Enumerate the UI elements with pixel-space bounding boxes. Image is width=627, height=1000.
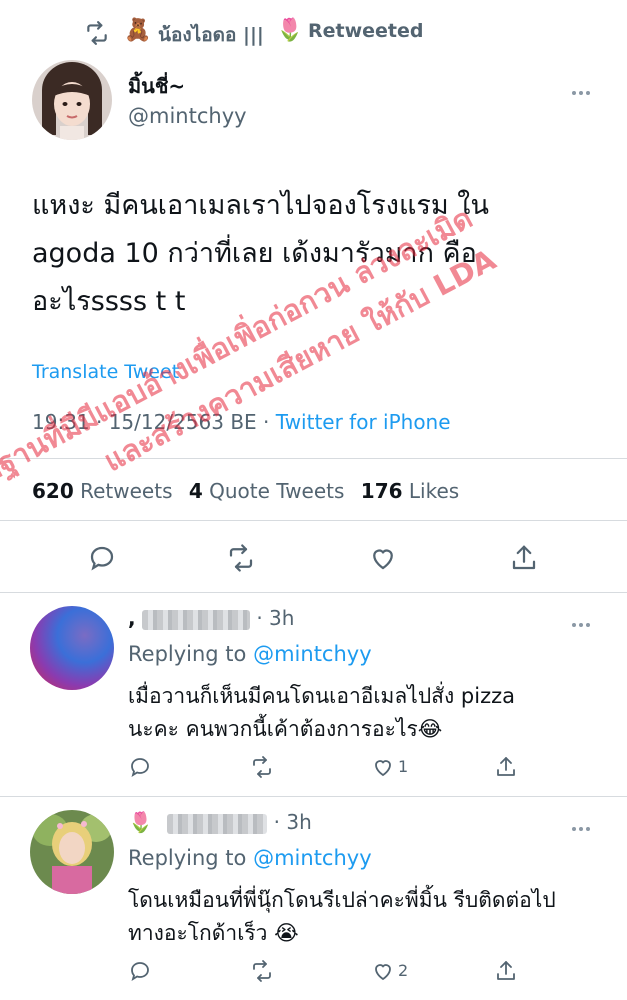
reply-text: โดนเหมือนที่พี่นุ๊กโดนรีเปล่าคะพี่มิ้น ร… [128,884,556,950]
author-display-name[interactable]: มิ้นชี่~ [128,70,185,102]
tweet-text: แหงะ มีคนเอาเมลเราไปจองโรงแรม ใน agoda 1… [32,182,489,326]
retweet-action-icon[interactable] [226,543,256,577]
replying-to-handle[interactable]: @mintchyy [253,846,372,870]
like-icon[interactable] [371,755,395,783]
reply-time[interactable]: · 3h [256,606,294,630]
retweeted-label: Retweeted [308,20,424,42]
more-options-icon[interactable] [572,82,600,95]
quotes-count[interactable]: 4 [189,479,203,503]
redacted-name [141,609,250,630]
divider [0,592,627,593]
reply-name-prefix[interactable]: 🌷 [128,810,153,834]
reply-time[interactable]: · 3h [274,810,312,834]
quotes-label[interactable]: Quote Tweets [209,479,344,503]
divider [0,796,627,797]
share-icon[interactable] [509,543,539,577]
reply-icon[interactable] [128,959,152,987]
reply-text-line: เมื่อวานก็เห็นมีคนโดนเอาอีเมลไปสั่ง pizz… [128,684,515,708]
reply-header: , · 3h [128,606,294,630]
replying-to-label: Replying to [128,642,247,666]
reply-avatar[interactable] [30,606,114,690]
more-options-icon[interactable] [572,614,600,627]
author-avatar[interactable] [32,60,112,140]
reply-text: เมื่อวานก็เห็นมีคนโดนเอาอีเมลไปสั่ง pizz… [128,680,515,746]
reply-text-line: นะคะ คนพวกนี้เค้าต้องการอะไร😂 [128,717,443,741]
like-icon[interactable] [368,543,398,577]
retweets-count[interactable]: 620 [32,479,74,503]
redacted-name [167,813,268,834]
reply-name-prefix[interactable]: , [128,606,136,630]
retweet-action-icon[interactable] [250,755,274,783]
reply-text-line: โดนเหมือนที่พี่นุ๊กโดนรีเปล่าคะพี่มิ้น ร… [128,888,556,912]
tweet-text-line: แหงะ มีคนเอาเมลเราไปจองโรงแรม ใน [32,190,489,221]
reply-header: 🌷 · 3h [128,810,312,834]
replying-to: Replying to @mintchyy [128,642,372,666]
tweet-source[interactable]: Twitter for iPhone [276,410,451,434]
tweet-timestamp-row: 19:31 · 15/12/2563 BE · Twitter for iPho… [32,410,451,434]
divider [0,520,627,521]
share-icon[interactable] [494,755,518,783]
replying-to: Replying to @mintchyy [128,846,372,870]
replying-to-handle[interactable]: @mintchyy [253,642,372,666]
retweet-action-icon[interactable] [250,959,274,987]
reply-text-line: ทางอะโกด้าเร็ว 😭 [128,921,299,945]
retweets-label[interactable]: Retweets [80,479,172,503]
share-icon[interactable] [494,959,518,987]
reply-icon[interactable] [128,755,152,783]
replying-to-label: Replying to [128,846,247,870]
divider [0,458,627,459]
like-icon[interactable] [371,959,395,987]
reply-avatar[interactable] [30,810,114,894]
retweeter-name[interactable]: น้องไอดอ ||| [158,20,264,50]
teddy-emoji: 🧸 [124,18,152,43]
retweet-icon [84,20,110,46]
translate-tweet-link[interactable]: Translate Tweet [32,361,179,383]
author-handle[interactable]: @mintchyy [128,104,247,128]
reply-like-count: 2 [398,961,409,980]
tulip-emoji: 🌷 [276,18,304,43]
likes-label[interactable]: Likes [409,479,459,503]
tweet-timestamp[interactable]: 19:31 · 15/12/2563 BE · [32,410,269,434]
engagement-stats: 620 Retweets 4 Quote Tweets 176 Likes [32,479,459,503]
tweet-text-line: agoda 10 กว่าที่เลย เด้งมารัวมาก คือ [32,238,477,269]
more-options-icon[interactable] [572,818,600,831]
tweet-text-line: อะไรssss t t [32,286,186,317]
likes-count[interactable]: 176 [361,479,403,503]
reply-like-count: 1 [398,757,409,776]
reply-icon[interactable] [87,543,117,577]
